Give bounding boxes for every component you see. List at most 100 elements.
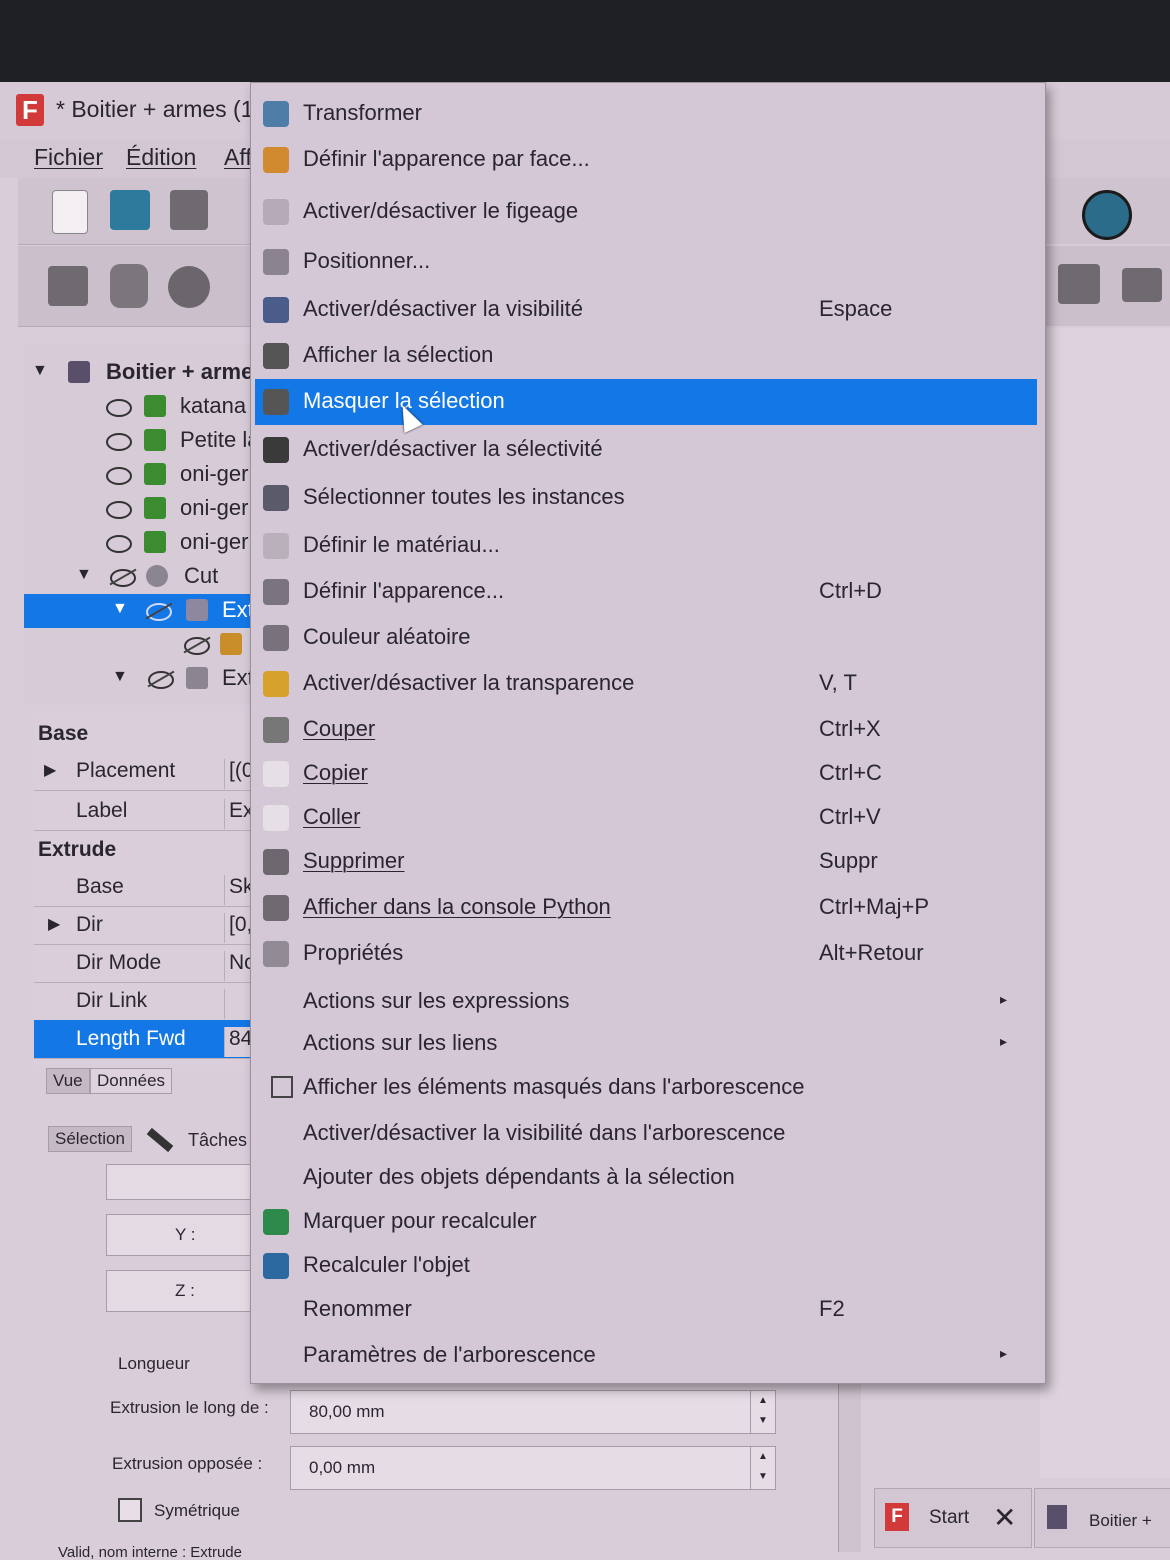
menu-item[interactable]: Marquer pour recalculer xyxy=(255,1199,1037,1245)
tree-item-sketch[interactable] xyxy=(24,628,260,662)
spin-arrows-icon[interactable]: ▲ ▼ xyxy=(750,1391,775,1433)
menu-item[interactable]: Définir l'apparence... Ctrl+D xyxy=(255,569,1037,615)
menu-item[interactable]: Supprimer Suppr xyxy=(255,839,1037,885)
prop-label[interactable]: Label Extr xyxy=(34,792,264,831)
menu-item[interactable]: Actions sur les expressions ▸ xyxy=(255,979,1037,1025)
tree-item[interactable]: katana xyxy=(24,390,260,424)
menu-item[interactable]: Coller Ctrl+V xyxy=(255,795,1037,841)
tree-item[interactable]: oni-ger xyxy=(24,458,260,492)
collapse-arrow-icon[interactable]: ▼ xyxy=(112,600,128,618)
hide-selection-icon xyxy=(263,389,289,415)
tab-donnees[interactable]: Données xyxy=(90,1068,173,1094)
checkbox-icon[interactable] xyxy=(271,1076,293,1098)
face-icon[interactable] xyxy=(1058,264,1100,304)
collapse-arrow-icon[interactable]: ▼ xyxy=(76,566,92,584)
menu-fichier[interactable]: Fichier xyxy=(34,144,103,171)
y-field[interactable]: Y : xyxy=(106,1214,264,1256)
menu-item[interactable]: Activer/désactiver la visibilité Espace xyxy=(255,287,1037,333)
symetrique-label: Symétrique xyxy=(154,1501,240,1520)
menu-item[interactable]: Afficher les éléments masqués dans l'arb… xyxy=(255,1065,1037,1111)
extrusion-long-spinbox[interactable]: 80,00 mm ▲ ▼ xyxy=(290,1390,776,1434)
tab-vue[interactable]: Vue xyxy=(46,1068,90,1094)
prop-base[interactable]: Base Ske xyxy=(34,868,264,907)
expand-arrow-icon[interactable]: ▶ xyxy=(44,760,56,780)
menu-item-label: Activer/désactiver la visibilité dans l'… xyxy=(303,1120,786,1145)
tree-item-cut[interactable]: ▼ Cut xyxy=(24,560,260,594)
sphere-icon[interactable] xyxy=(168,266,210,308)
eye-hidden-icon[interactable] xyxy=(184,637,210,655)
menu-item[interactable]: Couleur aléatoire xyxy=(255,615,1037,661)
collapse-arrow-icon[interactable]: ▼ xyxy=(32,362,48,380)
eye-icon xyxy=(263,297,289,323)
symetrique-checkbox[interactable] xyxy=(118,1498,142,1522)
eye-hidden-icon[interactable] xyxy=(148,671,174,689)
menu-item[interactable]: Masquer la sélection xyxy=(255,379,1037,425)
menu-item[interactable]: Afficher la sélection xyxy=(255,333,1037,379)
eye-icon[interactable] xyxy=(106,535,132,553)
tree-item-extrude-selected[interactable]: ▼ Extr xyxy=(24,594,260,628)
tree-item[interactable]: oni-ger xyxy=(24,492,260,526)
menu-item[interactable]: Activer/désactiver la transparence V, T xyxy=(255,661,1037,707)
tree-item[interactable]: ▼ Extr xyxy=(24,662,260,696)
menu-item[interactable]: Définir l'apparence par face... xyxy=(255,137,1037,183)
menu-item[interactable]: Propriétés Alt+Retour xyxy=(255,931,1037,977)
menu-item[interactable]: Actions sur les liens ▸ xyxy=(255,1021,1037,1067)
scrollbar[interactable] xyxy=(838,1382,861,1552)
menu-item[interactable]: Couper Ctrl+X xyxy=(255,707,1037,753)
menu-item[interactable]: Copier Ctrl+C xyxy=(255,751,1037,797)
cylinder-icon[interactable] xyxy=(110,264,148,308)
menu-item[interactable]: Positionner... xyxy=(255,239,1037,285)
x-field[interactable] xyxy=(106,1164,264,1200)
prop-dir[interactable]: ▶ Dir [0,0 xyxy=(34,906,264,945)
collapse-arrow-icon[interactable]: ▼ xyxy=(112,668,128,686)
tree-root[interactable]: ▼ Boitier + arme xyxy=(24,356,260,390)
solid-icon[interactable] xyxy=(1122,268,1162,302)
eye-hidden-icon[interactable] xyxy=(110,569,136,587)
prop-placement[interactable]: ▶ Placement [(0,0 xyxy=(34,752,264,791)
save-icon[interactable] xyxy=(170,190,208,230)
3d-view[interactable] xyxy=(1040,328,1170,1478)
tab-taches[interactable]: Tâches xyxy=(188,1130,247,1151)
menu-item-label: Afficher la sélection xyxy=(303,342,494,367)
menu-item[interactable]: Activer/désactiver la visibilité dans l'… xyxy=(255,1111,1037,1157)
prop-dir-mode[interactable]: Dir Mode Nor xyxy=(34,944,264,983)
tab-selection[interactable]: Sélection xyxy=(48,1126,132,1152)
longueur-groupbox-title: Longueur xyxy=(118,1354,190,1373)
menu-edition[interactable]: Édition xyxy=(126,144,196,171)
eye-icon[interactable] xyxy=(106,399,132,417)
menu-item[interactable]: Afficher dans la console Python Ctrl+Maj+… xyxy=(255,885,1037,931)
cube-icon[interactable] xyxy=(48,266,88,306)
menu-affichage[interactable]: Aff xyxy=(224,144,252,171)
start-tab[interactable]: F Start ✕ xyxy=(874,1488,1032,1548)
menu-item-shortcut: F2 xyxy=(819,1296,845,1321)
menu-item[interactable]: Activer/désactiver le figeage xyxy=(255,189,1037,235)
menu-item[interactable]: Paramètres de l'arborescence ▸ xyxy=(255,1333,1037,1379)
eye-icon[interactable] xyxy=(106,433,132,451)
prop-dir-link[interactable]: Dir Link xyxy=(34,982,264,1021)
z-field[interactable]: Z : xyxy=(106,1270,264,1312)
menu-item[interactable]: Recalculer l'objet xyxy=(255,1243,1037,1289)
paste-icon xyxy=(263,805,289,831)
document-tab[interactable]: Boitier + xyxy=(1034,1488,1170,1548)
menu-item[interactable]: Renommer F2 xyxy=(255,1287,1037,1333)
eye-hidden-icon[interactable] xyxy=(146,603,172,621)
freecad-logo-icon: F xyxy=(16,94,44,126)
eye-icon[interactable] xyxy=(106,467,132,485)
z-label: Z : xyxy=(175,1281,195,1300)
close-icon[interactable]: ✕ xyxy=(993,1501,1016,1534)
eye-icon[interactable] xyxy=(106,501,132,519)
menu-item[interactable]: Activer/désactiver la sélectivité xyxy=(255,427,1037,473)
new-document-icon[interactable] xyxy=(52,190,88,234)
menu-item[interactable]: Transformer xyxy=(255,91,1037,137)
spin-arrows-icon[interactable]: ▲ ▼ xyxy=(750,1447,775,1489)
menu-item[interactable]: Définir le matériau... xyxy=(255,523,1037,569)
tree-item[interactable]: oni-ger xyxy=(24,526,260,560)
open-document-icon[interactable] xyxy=(110,190,150,230)
expand-arrow-icon[interactable]: ▶ xyxy=(48,914,60,934)
menu-item[interactable]: Ajouter des objets dépendants à la sélec… xyxy=(255,1155,1037,1201)
prop-length-fwd[interactable]: Length Fwd 84,0 xyxy=(34,1020,264,1059)
tree-item[interactable]: Petite la xyxy=(24,424,260,458)
extrusion-opposee-spinbox[interactable]: 0,00 mm ▲ ▼ xyxy=(290,1446,776,1490)
no-entry-icon[interactable] xyxy=(1082,190,1132,240)
menu-item[interactable]: Sélectionner toutes les instances xyxy=(255,475,1037,521)
